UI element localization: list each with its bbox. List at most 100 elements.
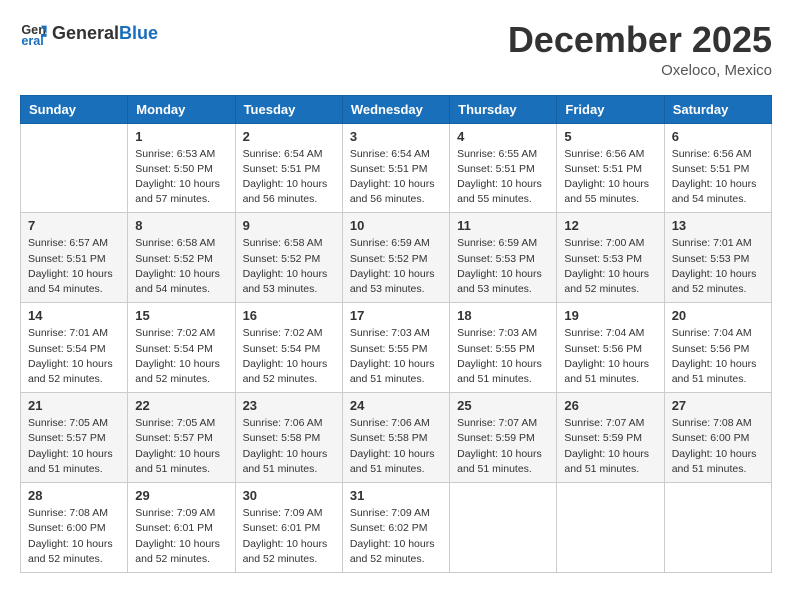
day-info: Sunrise: 7:04 AMSunset: 5:56 PMDaylight:… <box>672 326 764 387</box>
calendar-cell: 1 Sunrise: 6:53 AMSunset: 5:50 PMDaylight… <box>128 123 235 213</box>
weekday-header-sunday: Sunday <box>21 95 128 123</box>
weekday-header-saturday: Saturday <box>664 95 771 123</box>
calendar-cell: 25 Sunrise: 7:07 AMSunset: 5:59 PMDayligh… <box>450 393 557 483</box>
calendar-cell: 19 Sunrise: 7:04 AMSunset: 5:56 PMDayligh… <box>557 303 664 393</box>
calendar-cell: 27Sunrise: 7:08 AMSunset: 6:00 PMDayligh… <box>664 393 771 483</box>
day-info: Sunrise: 7:09 AMSunset: 6:02 PMDaylight:… <box>350 506 442 567</box>
day-info: Sunrise: 6:54 AMSunset: 5:51 PMDaylight:… <box>243 147 335 208</box>
calendar-cell <box>557 483 664 573</box>
day-number: 17 <box>350 308 442 323</box>
day-info: Sunrise: 7:07 AMSunset: 5:59 PMDaylight:… <box>457 416 549 477</box>
calendar-cell: 8 Sunrise: 6:58 AMSunset: 5:52 PMDaylight… <box>128 213 235 303</box>
calendar-cell: 2 Sunrise: 6:54 AMSunset: 5:51 PMDaylight… <box>235 123 342 213</box>
day-info: Sunrise: 7:01 AMSunset: 5:53 PMDaylight:… <box>672 236 764 297</box>
day-info: Sunrise: 7:09 AMSunset: 6:01 PMDaylight:… <box>243 506 335 567</box>
day-info: Sunrise: 6:59 AMSunset: 5:53 PMDaylight:… <box>457 236 549 297</box>
day-number: 11 <box>457 218 549 233</box>
weekday-header-monday: Monday <box>128 95 235 123</box>
day-number: 13 <box>672 218 764 233</box>
day-number: 14 <box>28 308 120 323</box>
day-number: 21 <box>28 398 120 413</box>
week-row-3: 14 Sunrise: 7:01 AMSunset: 5:54 PMDayligh… <box>21 303 772 393</box>
day-number: 3 <box>350 129 442 144</box>
day-number: 31 <box>350 488 442 503</box>
day-info: Sunrise: 6:56 AMSunset: 5:51 PMDaylight:… <box>672 147 764 208</box>
day-number: 8 <box>135 218 227 233</box>
day-number: 10 <box>350 218 442 233</box>
day-number: 9 <box>243 218 335 233</box>
day-info: Sunrise: 7:04 AMSunset: 5:56 PMDaylight:… <box>564 326 656 387</box>
calendar: SundayMondayTuesdayWednesdayThursdayFrid… <box>20 95 772 573</box>
logo-text-general: General <box>52 24 119 44</box>
calendar-cell: 16 Sunrise: 7:02 AMSunset: 5:54 PMDayligh… <box>235 303 342 393</box>
page-header: Gen eral GeneralBlue December 2025 Oxelo… <box>20 20 772 79</box>
day-info: Sunrise: 7:05 AMSunset: 5:57 PMDaylight:… <box>28 416 120 477</box>
calendar-cell: 17 Sunrise: 7:03 AMSunset: 5:55 PMDayligh… <box>342 303 449 393</box>
day-info: Sunrise: 7:08 AMSunset: 6:00 PMDaylight:… <box>28 506 120 567</box>
title-block: December 2025 Oxeloco, Mexico <box>508 20 772 79</box>
day-info: Sunrise: 6:53 AMSunset: 5:50 PMDaylight:… <box>135 147 227 208</box>
calendar-cell: 23 Sunrise: 7:06 AMSunset: 5:58 PMDayligh… <box>235 393 342 483</box>
calendar-cell <box>450 483 557 573</box>
day-info: Sunrise: 6:58 AMSunset: 5:52 PMDaylight:… <box>135 236 227 297</box>
calendar-cell: 21 Sunrise: 7:05 AMSunset: 5:57 PMDayligh… <box>21 393 128 483</box>
day-number: 29 <box>135 488 227 503</box>
day-number: 30 <box>243 488 335 503</box>
logo: Gen eral GeneralBlue <box>20 20 158 48</box>
day-number: 23 <box>243 398 335 413</box>
day-info: Sunrise: 7:00 AMSunset: 5:53 PMDaylight:… <box>564 236 656 297</box>
day-number: 18 <box>457 308 549 323</box>
week-row-5: 28Sunrise: 7:08 AMSunset: 6:00 PMDayligh… <box>21 483 772 573</box>
day-number: 20 <box>672 308 764 323</box>
day-info: Sunrise: 6:59 AMSunset: 5:52 PMDaylight:… <box>350 236 442 297</box>
day-info: Sunrise: 7:02 AMSunset: 5:54 PMDaylight:… <box>135 326 227 387</box>
day-info: Sunrise: 7:03 AMSunset: 5:55 PMDaylight:… <box>457 326 549 387</box>
weekday-header-thursday: Thursday <box>450 95 557 123</box>
day-number: 12 <box>564 218 656 233</box>
logo-text-blue: Blue <box>119 24 158 44</box>
day-number: 2 <box>243 129 335 144</box>
calendar-cell: 13 Sunrise: 7:01 AMSunset: 5:53 PMDayligh… <box>664 213 771 303</box>
calendar-cell: 11 Sunrise: 6:59 AMSunset: 5:53 PMDayligh… <box>450 213 557 303</box>
day-number: 15 <box>135 308 227 323</box>
calendar-cell <box>21 123 128 213</box>
logo-icon: Gen eral <box>20 20 48 48</box>
day-number: 1 <box>135 129 227 144</box>
calendar-cell: 10 Sunrise: 6:59 AMSunset: 5:52 PMDayligh… <box>342 213 449 303</box>
calendar-cell: 12 Sunrise: 7:00 AMSunset: 5:53 PMDayligh… <box>557 213 664 303</box>
calendar-cell: 3Sunrise: 6:54 AMSunset: 5:51 PMDaylight… <box>342 123 449 213</box>
day-number: 4 <box>457 129 549 144</box>
calendar-cell: 22 Sunrise: 7:05 AMSunset: 5:57 PMDayligh… <box>128 393 235 483</box>
day-number: 19 <box>564 308 656 323</box>
day-info: Sunrise: 7:09 AMSunset: 6:01 PMDaylight:… <box>135 506 227 567</box>
calendar-cell: 31 Sunrise: 7:09 AMSunset: 6:02 PMDayligh… <box>342 483 449 573</box>
week-row-1: 1 Sunrise: 6:53 AMSunset: 5:50 PMDaylight… <box>21 123 772 213</box>
day-number: 24 <box>350 398 442 413</box>
calendar-cell: 7 Sunrise: 6:57 AMSunset: 5:51 PMDaylight… <box>21 213 128 303</box>
day-number: 7 <box>28 218 120 233</box>
day-info: Sunrise: 6:56 AMSunset: 5:51 PMDaylight:… <box>564 147 656 208</box>
day-info: Sunrise: 6:57 AMSunset: 5:51 PMDaylight:… <box>28 236 120 297</box>
day-info: Sunrise: 7:01 AMSunset: 5:54 PMDaylight:… <box>28 326 120 387</box>
calendar-cell: 28Sunrise: 7:08 AMSunset: 6:00 PMDayligh… <box>21 483 128 573</box>
day-info: Sunrise: 6:58 AMSunset: 5:52 PMDaylight:… <box>243 236 335 297</box>
weekday-header-row: SundayMondayTuesdayWednesdayThursdayFrid… <box>21 95 772 123</box>
day-info: Sunrise: 7:07 AMSunset: 5:59 PMDaylight:… <box>564 416 656 477</box>
day-number: 22 <box>135 398 227 413</box>
day-number: 25 <box>457 398 549 413</box>
day-info: Sunrise: 7:06 AMSunset: 5:58 PMDaylight:… <box>243 416 335 477</box>
day-info: Sunrise: 7:05 AMSunset: 5:57 PMDaylight:… <box>135 416 227 477</box>
calendar-cell: 4Sunrise: 6:55 AMSunset: 5:51 PMDaylight… <box>450 123 557 213</box>
day-info: Sunrise: 7:02 AMSunset: 5:54 PMDaylight:… <box>243 326 335 387</box>
day-number: 5 <box>564 129 656 144</box>
calendar-cell: 29 Sunrise: 7:09 AMSunset: 6:01 PMDayligh… <box>128 483 235 573</box>
week-row-4: 21 Sunrise: 7:05 AMSunset: 5:57 PMDayligh… <box>21 393 772 483</box>
day-number: 16 <box>243 308 335 323</box>
calendar-cell <box>664 483 771 573</box>
location-subtitle: Oxeloco, Mexico <box>508 62 772 79</box>
day-number: 26 <box>564 398 656 413</box>
svg-text:eral: eral <box>21 34 43 48</box>
calendar-cell: 26 Sunrise: 7:07 AMSunset: 5:59 PMDayligh… <box>557 393 664 483</box>
day-info: Sunrise: 7:03 AMSunset: 5:55 PMDaylight:… <box>350 326 442 387</box>
calendar-cell: 30 Sunrise: 7:09 AMSunset: 6:01 PMDayligh… <box>235 483 342 573</box>
